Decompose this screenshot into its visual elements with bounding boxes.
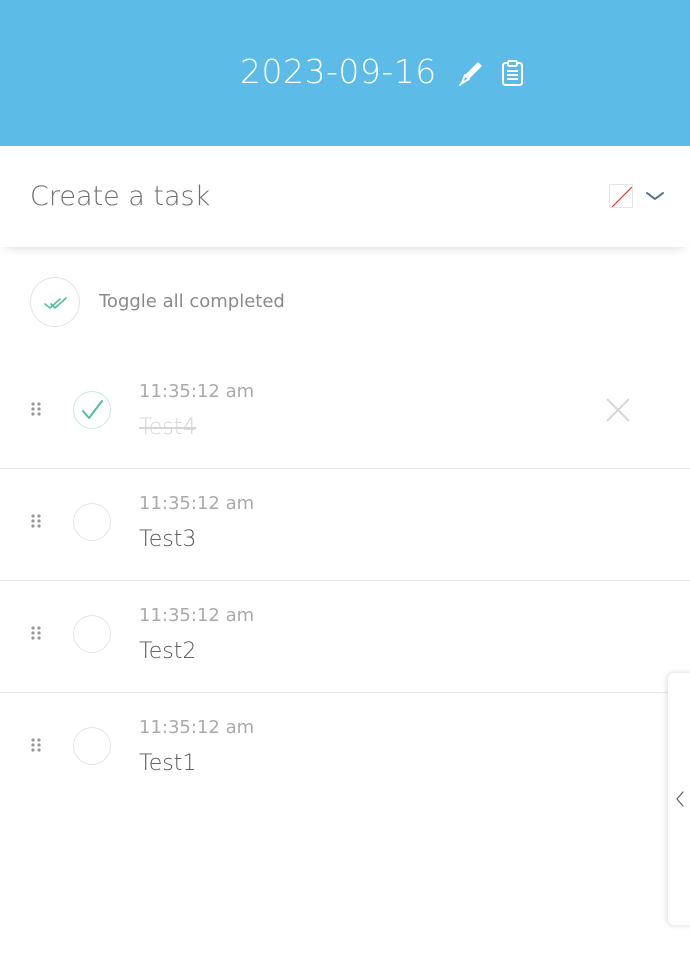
drag-handle-icon[interactable] xyxy=(30,625,42,641)
check-icon xyxy=(82,400,103,419)
clipboard-icon[interactable] xyxy=(498,58,528,88)
task-row: 11:35:12 am Test4 xyxy=(0,357,690,469)
task-checkbox[interactable] xyxy=(73,503,111,541)
side-panel-tab[interactable] xyxy=(668,673,690,925)
task-time: 11:35:12 am xyxy=(139,493,255,514)
toggle-all-label: Toggle all completed xyxy=(99,291,285,312)
task-title[interactable]: Test2 xyxy=(139,639,196,664)
chevron-left-icon xyxy=(676,791,684,807)
task-row: 11:35:12 am Test1 xyxy=(0,693,690,805)
task-time: 11:35:12 am xyxy=(139,605,255,626)
drag-handle-icon[interactable] xyxy=(30,737,42,753)
no-color-icon xyxy=(611,186,632,207)
pencil-icon[interactable] xyxy=(456,58,486,88)
header-bar: 2023-09-16 xyxy=(0,0,690,146)
drag-handle-icon[interactable] xyxy=(30,513,42,529)
close-icon[interactable] xyxy=(604,396,632,424)
header-date: 2023-09-16 xyxy=(240,52,437,91)
create-task-bar xyxy=(0,146,690,247)
task-checkbox[interactable] xyxy=(73,615,111,653)
task-title[interactable]: Test3 xyxy=(139,527,196,552)
toggle-all-row[interactable]: Toggle all completed xyxy=(30,277,430,327)
task-checkbox[interactable] xyxy=(73,391,111,429)
toggle-all-button[interactable] xyxy=(30,277,80,327)
drag-handle-icon[interactable] xyxy=(30,401,42,417)
task-title[interactable]: Test4 xyxy=(139,415,196,440)
color-swatch[interactable] xyxy=(609,184,633,208)
task-checkbox[interactable] xyxy=(73,727,111,765)
task-time: 11:35:12 am xyxy=(139,381,255,402)
task-row: 11:35:12 am Test3 xyxy=(0,469,690,581)
create-task-input[interactable] xyxy=(30,176,590,216)
chevron-down-icon[interactable] xyxy=(643,186,667,206)
task-row: 11:35:12 am Test2 xyxy=(0,581,690,693)
task-title[interactable]: Test1 xyxy=(139,751,196,776)
task-time: 11:35:12 am xyxy=(139,717,255,738)
double-check-icon xyxy=(44,297,67,309)
